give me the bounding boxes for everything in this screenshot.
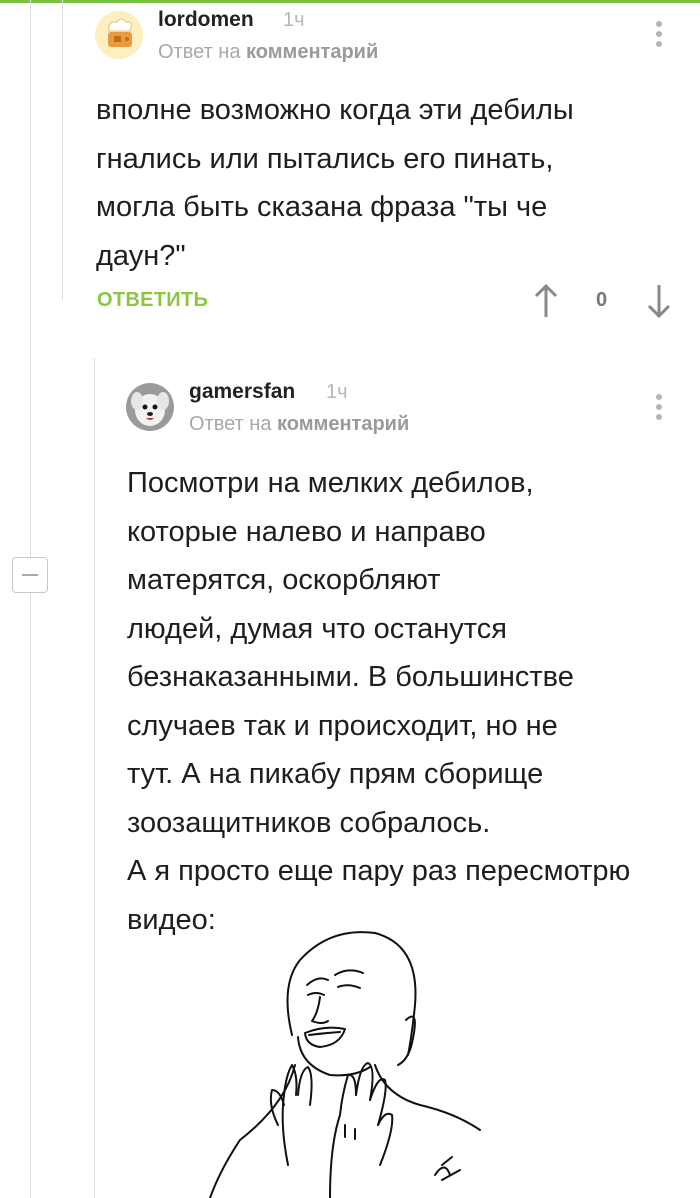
reply-to-line: Ответ на комментарий xyxy=(158,41,378,64)
downvote-icon[interactable] xyxy=(646,284,672,323)
more-options-icon[interactable] xyxy=(656,21,662,51)
minus-icon xyxy=(22,574,38,576)
thread-line-outer-lower xyxy=(30,593,31,1198)
satisfied-face-drawing xyxy=(209,931,481,1198)
comment-time: 1ч xyxy=(326,381,348,403)
reply-prefix: Ответ на xyxy=(158,41,241,63)
comment-image[interactable] xyxy=(180,925,510,1198)
avatar[interactable] xyxy=(126,383,174,431)
vote-score: 0 xyxy=(596,289,608,311)
comment-time: 1ч xyxy=(283,9,305,31)
thread-line-nested xyxy=(94,358,95,1198)
top-accent-bar xyxy=(0,0,700,3)
comment-text: Посмотри на мелких дебилов, которые нале… xyxy=(127,467,631,936)
reply-target-link[interactable]: комментарий xyxy=(277,413,409,435)
reply-button[interactable]: ОТВЕТИТЬ xyxy=(97,289,208,312)
comment-author[interactable]: gamersfan xyxy=(189,380,295,404)
reply-to-line: Ответ на комментарий xyxy=(189,413,409,436)
collapse-thread-button[interactable] xyxy=(12,557,48,593)
avatar[interactable] xyxy=(95,11,143,59)
more-options-icon[interactable] xyxy=(656,394,662,424)
reply-prefix: Ответ на xyxy=(189,413,272,435)
thread-line-inner xyxy=(62,0,63,300)
chef-avatar-icon xyxy=(95,11,143,59)
upvote-icon[interactable] xyxy=(533,283,559,323)
reply-target-link[interactable]: комментарий xyxy=(246,41,378,63)
comment-author[interactable]: lordomen xyxy=(158,8,254,32)
dog-avatar-icon xyxy=(126,383,174,431)
thread-line-outer xyxy=(30,0,31,557)
comment-text: вполне возможно когда эти дебилы гнались… xyxy=(96,94,574,272)
